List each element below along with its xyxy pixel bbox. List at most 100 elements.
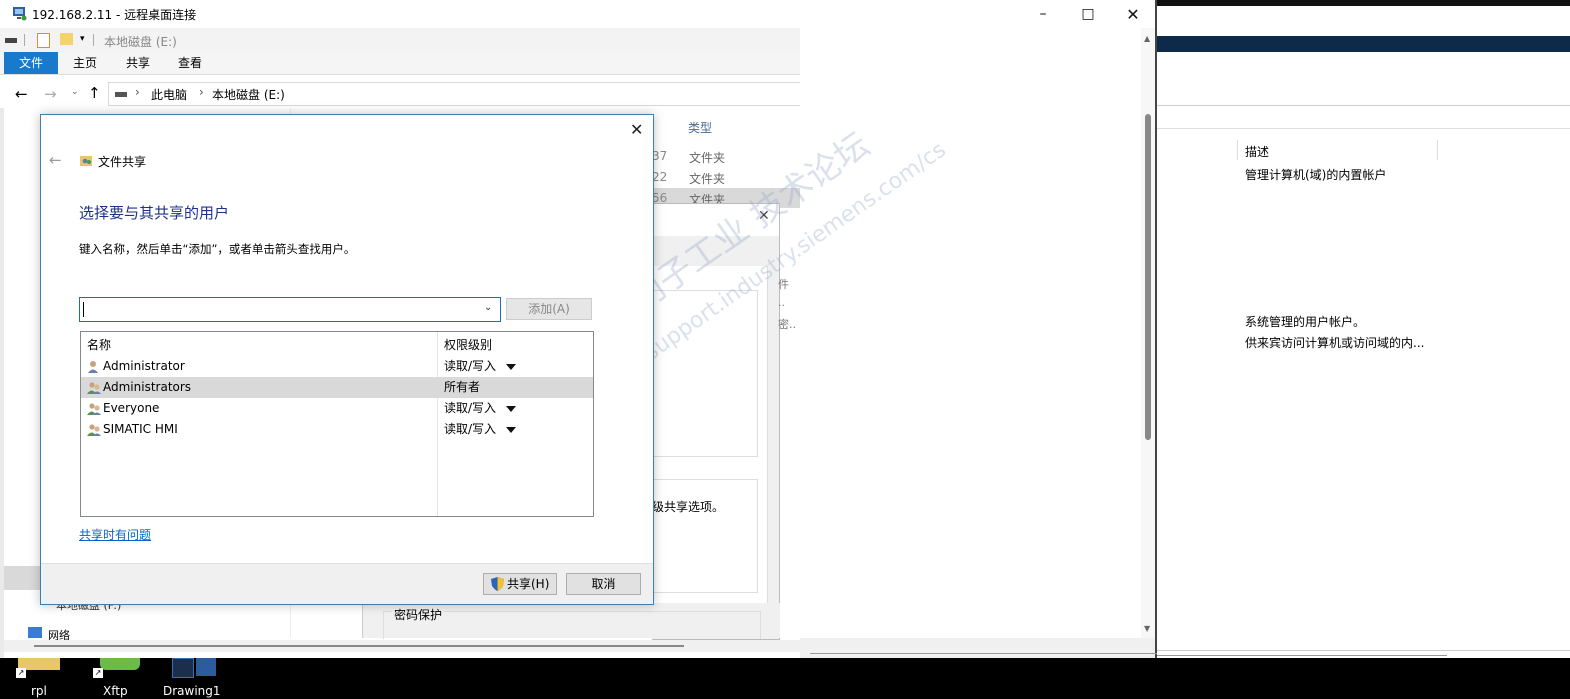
local-users-window: 描述 管理计算机(域)的内置帐户 系统管理的用户帐户。 供来宾访问计算机或访问域…	[1157, 0, 1570, 659]
dropdown-arrow-icon[interactable]	[506, 364, 516, 370]
column-header-description[interactable]: 描述	[1245, 143, 1269, 160]
content-area	[800, 28, 1140, 658]
user-description: 供来宾访问计算机或访问域的内...	[1245, 336, 1425, 350]
chevron-down-icon[interactable]: ⌄	[484, 302, 492, 313]
tab-file[interactable]: 文件	[4, 52, 58, 74]
advanced-sharing-dialog: ✕ 件 .. 密.. 级共享选项。	[652, 203, 796, 640]
drawing-icon[interactable]	[196, 658, 216, 676]
xftp-icon[interactable]	[100, 658, 140, 670]
scroll-up-icon[interactable]: ▲	[1144, 34, 1150, 43]
dropdown-arrow-icon[interactable]	[506, 406, 516, 412]
rdp-title-bar[interactable]: 192.168.2.11 - 远程桌面连接 – □ ✕	[0, 0, 1157, 28]
taskbar-item-rpl[interactable]: rpl	[31, 684, 47, 698]
address-bar: ← → ⌄ ↑ › 此电脑 › 本地磁盘 (E:)	[0, 80, 801, 108]
group-icon	[87, 424, 101, 436]
user-icon	[88, 361, 98, 373]
group-icon	[87, 382, 101, 394]
cancel-button[interactable]: 取消	[566, 573, 641, 595]
password-protection-label: 密码保护	[392, 606, 445, 623]
scroll-down-icon[interactable]: ▼	[1144, 624, 1150, 633]
column-header-name[interactable]: 名称	[87, 336, 111, 353]
table-row[interactable]: Administrator 读取/写入	[81, 356, 593, 377]
side-label: 密..	[778, 318, 796, 331]
taskbar-item-drawing1[interactable]: Drawing1	[163, 684, 221, 698]
maximize-button[interactable]: □	[1065, 0, 1111, 28]
table-row-selected[interactable]: Administrators 所有者	[81, 377, 593, 398]
dropdown-arrow-icon[interactable]	[506, 427, 516, 433]
scrollbar-line	[1157, 655, 1447, 656]
divider	[1157, 128, 1570, 129]
mmc-title-strip	[1157, 36, 1570, 52]
user-name: Everyone	[103, 401, 160, 415]
scrollbar-thumb[interactable]	[1145, 114, 1151, 440]
bg-dialog-bottom: 密码保护	[362, 603, 780, 639]
forward-arrow-icon[interactable]: →	[44, 85, 57, 103]
column-header-permission[interactable]: 权限级别	[444, 336, 492, 353]
breadcrumb[interactable]: › 此电脑 › 本地磁盘 (E:)	[108, 82, 801, 106]
table-row[interactable]: Everyone 读取/写入	[81, 398, 593, 419]
row-type: 文件夹	[689, 172, 726, 186]
quick-access-toolbar: ▾ 本地磁盘 (E:)	[0, 28, 800, 52]
taskbar: ↗ rpl ↗ Xftp Drawing1	[0, 658, 1570, 699]
row-date: 37	[652, 149, 668, 163]
back-arrow-icon[interactable]: ←	[15, 85, 28, 103]
uac-shield-icon	[491, 577, 504, 591]
taskbar-item-xftp[interactable]: Xftp	[103, 684, 128, 698]
tab-view[interactable]: 查看	[165, 52, 215, 74]
dialog-heading: 选择要与其共享的用户	[79, 204, 230, 222]
drawing-icon[interactable]	[172, 658, 194, 678]
ribbon-tabs: 文件 主页 共享 查看	[0, 52, 800, 75]
permission-level: 所有者	[444, 380, 481, 394]
horizontal-scrollbar[interactable]	[4, 640, 800, 652]
minimize-button[interactable]: –	[1020, 0, 1066, 28]
sharing-options-text: 级共享选项。	[652, 500, 725, 514]
user-name-combobox[interactable]: ⌄	[79, 297, 501, 322]
table-row[interactable]: SIMATIC HMI 读取/写入	[81, 419, 593, 440]
scrollbar-thumb[interactable]	[34, 645, 684, 647]
column-header-type[interactable]: 类型	[688, 119, 712, 136]
nav-item-selected[interactable]	[4, 566, 40, 590]
drive-icon	[115, 92, 127, 97]
back-arrow-icon[interactable]: ←	[49, 151, 62, 169]
breadcrumb-separator-icon: ›	[199, 85, 204, 99]
breadcrumb-this-pc[interactable]: 此电脑	[151, 86, 187, 103]
breadcrumb-separator-icon: ›	[135, 85, 140, 99]
dialog-title: 文件共享	[98, 155, 147, 169]
add-button[interactable]: 添加(A)	[506, 298, 592, 320]
tab-share[interactable]: 共享	[113, 52, 163, 74]
user-name-input[interactable]	[82, 300, 477, 317]
group-icon	[87, 403, 101, 415]
side-label: 件	[778, 278, 789, 291]
sharing-help-link[interactable]: 共享时有问题	[79, 526, 151, 543]
file-sharing-icon	[80, 156, 92, 166]
tab-home[interactable]: 主页	[60, 52, 110, 74]
up-arrow-icon[interactable]: ↑	[88, 84, 101, 102]
recent-locations-chevron-icon[interactable]: ⌄	[71, 87, 79, 97]
permission-level[interactable]: 读取/写入	[444, 419, 496, 440]
user-name: Administrators	[103, 380, 192, 394]
row-date: 22	[652, 170, 668, 184]
permission-level[interactable]: 读取/写入	[444, 398, 496, 419]
network-icon	[28, 627, 42, 638]
share-button-label: 共享(H)	[507, 577, 550, 591]
close-button[interactable]: ✕	[1110, 0, 1156, 28]
properties-icon[interactable]	[37, 33, 50, 48]
user-name: SIMATIC HMI	[103, 422, 178, 436]
user-description: 管理计算机(域)的内置帐户	[1245, 168, 1387, 182]
vertical-scrollbar[interactable]: ▲ ▼	[1141, 28, 1155, 638]
folder-icon[interactable]	[60, 33, 73, 45]
divider	[1157, 105, 1570, 106]
close-icon[interactable]: ✕	[630, 120, 643, 139]
permission-level[interactable]: 读取/写入	[444, 356, 496, 377]
chevron-down-icon[interactable]: ▾	[80, 34, 85, 44]
separator	[93, 34, 94, 46]
rdp-window-title: 192.168.2.11 - 远程桌面连接	[32, 8, 197, 22]
close-icon[interactable]: ✕	[758, 208, 770, 224]
breadcrumb-drive-e[interactable]: 本地磁盘 (E:)	[212, 86, 285, 103]
bottom-scroll-area	[800, 638, 1450, 658]
share-button[interactable]: 共享(H)	[483, 573, 557, 595]
dialog-instruction: 键入名称，然后单击“添加”，或者单击箭头查找用户。	[79, 242, 356, 256]
user-name: Administrator	[103, 359, 185, 373]
bg-dialog-group	[652, 290, 758, 457]
user-description: 系统管理的用户帐户。	[1245, 315, 1366, 329]
